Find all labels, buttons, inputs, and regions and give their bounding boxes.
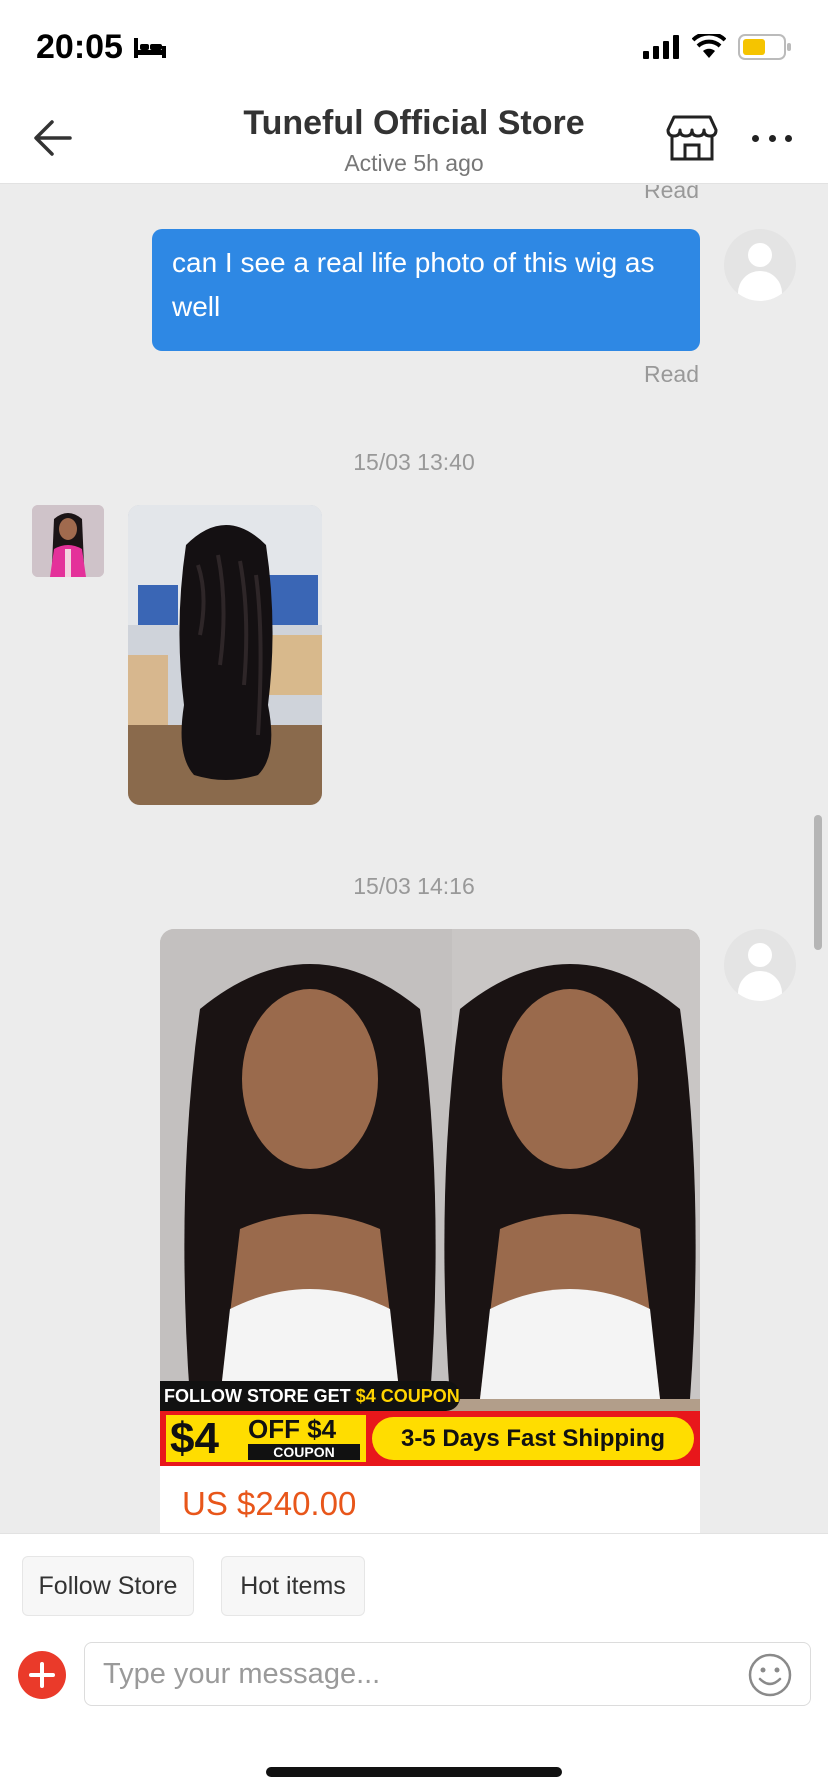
- chat-messages[interactable]: Read can I see a real life photo of this…: [0, 185, 828, 1533]
- home-indicator[interactable]: [266, 1767, 562, 1777]
- follow-store-button[interactable]: Follow Store: [22, 1556, 194, 1616]
- status-time: 20:05: [36, 28, 123, 66]
- scrollbar[interactable]: [814, 815, 822, 950]
- chat-header: Tuneful Official Store Active 5h ago: [0, 92, 828, 184]
- shipping-badge: 3-5 Days Fast Shipping: [372, 1417, 694, 1460]
- bottom-panel: Follow Store Hot items: [0, 1533, 828, 1792]
- message-input[interactable]: [85, 1643, 705, 1705]
- message-text: can I see a real life photo of this wig …: [172, 247, 655, 322]
- promo-text: FOLLOW STORE GET: [164, 1386, 351, 1406]
- product-price: US $240.00: [182, 1485, 357, 1522]
- bed-icon: [133, 37, 166, 58]
- status-bar: 20:05: [0, 0, 828, 92]
- coupon-off: OFF $4: [248, 1414, 337, 1444]
- coupon-badge: $4 OFF $4 COUPON: [166, 1415, 366, 1462]
- dot-icon: [785, 134, 792, 142]
- store-icon: [666, 115, 718, 161]
- wifi-icon: [692, 34, 726, 58]
- coupon-amount: $4: [170, 1414, 219, 1463]
- cellular-signal-icon: [643, 35, 679, 59]
- coupon-label: COUPON: [248, 1444, 360, 1460]
- dot-icon: [768, 134, 776, 142]
- follow-store-promo: FOLLOW STORE GET $4 COUPON: [160, 1381, 460, 1411]
- read-receipt: Read: [644, 185, 699, 203]
- more-options-button[interactable]: [752, 118, 792, 158]
- status-time-group: 20:05: [36, 28, 167, 67]
- timestamp: 15/03 13:40: [353, 449, 475, 475]
- store-avatar-image: [32, 505, 104, 577]
- add-attachment-button[interactable]: [18, 1651, 66, 1699]
- user-message-bubble[interactable]: can I see a real life photo of this wig …: [152, 229, 700, 351]
- promo-banner: $4 OFF $4 COUPON 3-5 Days Fast Shipping: [160, 1411, 700, 1466]
- store-avatar[interactable]: [32, 505, 104, 577]
- store-image-message[interactable]: [128, 505, 322, 805]
- hot-items-button[interactable]: Hot items: [221, 1556, 365, 1616]
- store-button[interactable]: [666, 114, 718, 162]
- status-indicators: [642, 34, 792, 60]
- user-avatar[interactable]: [724, 229, 796, 301]
- dot-icon: [752, 134, 759, 142]
- wig-photo: [128, 505, 322, 805]
- emoji-button[interactable]: [748, 1653, 792, 1697]
- user-avatar[interactable]: [724, 929, 796, 1001]
- message-composer[interactable]: [84, 1642, 811, 1706]
- smiley-icon: [748, 1653, 792, 1697]
- timestamp: 15/03 14:16: [353, 873, 475, 899]
- battery-icon: [738, 34, 791, 60]
- read-receipt: Read: [644, 361, 699, 387]
- promo-highlight: $4 COUPON: [355, 1386, 460, 1406]
- product-card[interactable]: FOLLOW STORE GET $4 COUPON $4 OFF $4 COU…: [160, 929, 700, 1533]
